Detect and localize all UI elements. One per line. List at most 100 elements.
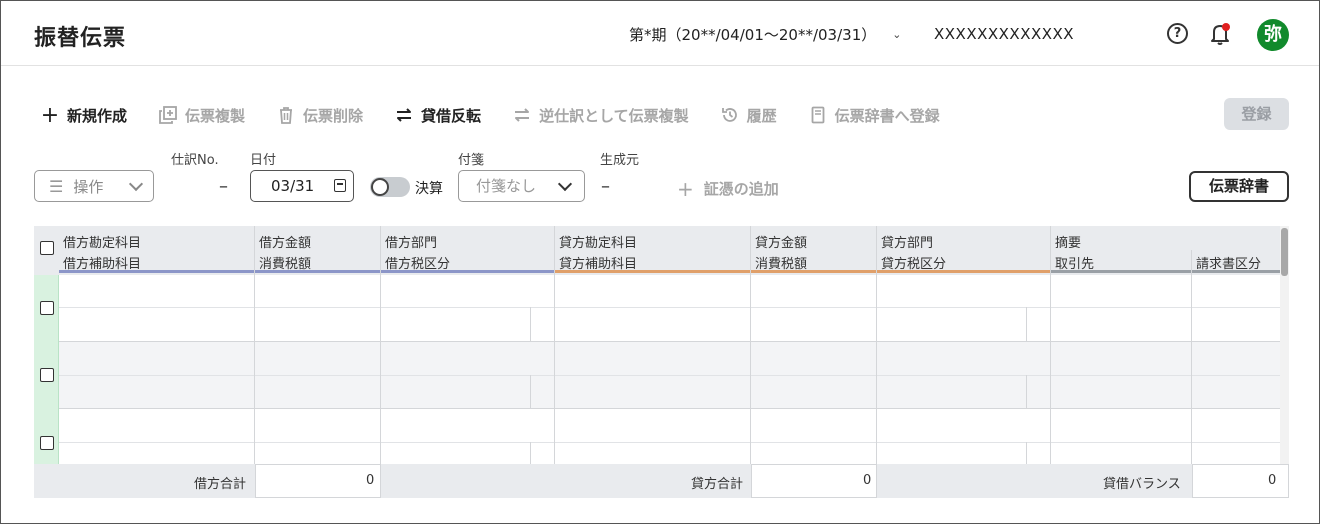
menu-icon: ☰ <box>49 176 64 196</box>
page-title: 振替伝票 <box>34 26 127 51</box>
column-divider <box>530 307 531 341</box>
tag-dropdown[interactable]: 付箋なし <box>458 170 585 202</box>
summary-header-underline <box>1051 270 1280 273</box>
header-credit-amount: 貸方金額 <box>755 236 808 251</box>
credit-total-cell <box>751 464 877 498</box>
trash-icon <box>277 106 295 124</box>
tag-label: 付箋 <box>458 153 485 168</box>
row-divider <box>59 442 1280 443</box>
debit-total-value: 0 <box>366 473 375 488</box>
source-label: 生成元 <box>600 153 640 168</box>
header-credit-department: 貸方部門 <box>881 236 934 251</box>
operations-dropdown[interactable]: ☰ 操作 <box>34 170 154 202</box>
debit-total-cell <box>255 464 381 498</box>
closing-toggle[interactable] <box>370 177 410 197</box>
period-selector[interactable]: 第*期（20**/04/01〜20**/03/31） ⌄ <box>629 24 901 45</box>
toolbar: + 新規作成 伝票複製 伝票削除 貸借反転 逆仕訳として伝票複製 履歴 伝票辞書… <box>40 102 972 128</box>
reverse-entry-label: 貸借反転 <box>421 106 482 125</box>
swap-arrows-icon <box>395 106 413 124</box>
register-dictionary-button[interactable]: 伝票辞書へ登録 <box>809 105 940 126</box>
column-divider <box>1191 250 1192 464</box>
column-divider <box>876 226 877 464</box>
row-checkbox[interactable] <box>40 301 54 315</box>
closing-label: 決算 <box>415 181 443 197</box>
table-row[interactable] <box>59 275 1280 341</box>
header-debit-amount: 借方金額 <box>259 236 312 251</box>
row-checkbox[interactable] <box>40 436 54 450</box>
column-divider <box>1026 442 1027 464</box>
register-dictionary-label: 伝票辞書へ登録 <box>834 106 940 125</box>
credit-total-label: 貸方合計 <box>691 477 744 492</box>
reverse-copy-button[interactable]: 逆仕訳として伝票複製 <box>513 105 689 126</box>
help-icon[interactable]: ? <box>1167 23 1188 44</box>
date-value: 03/31 <box>271 177 315 195</box>
row-divider <box>59 341 1280 342</box>
table-header <box>34 226 1289 275</box>
delete-entry-label: 伝票削除 <box>303 106 364 125</box>
reverse-entry-button[interactable]: 貸借反転 <box>395 105 481 126</box>
balance-label: 貸借バランス <box>1103 477 1181 492</box>
avatar[interactable]: 弥 <box>1257 19 1289 51</box>
book-icon <box>809 106 827 124</box>
header-debit-department: 借方部門 <box>385 236 438 251</box>
calendar-icon[interactable] <box>334 179 346 192</box>
delete-entry-button[interactable]: 伝票削除 <box>277 105 363 126</box>
column-divider <box>530 442 531 464</box>
balance-value: 0 <box>1268 473 1277 488</box>
column-divider <box>750 226 751 464</box>
date-input[interactable]: 03/31 <box>250 170 354 202</box>
column-divider <box>254 226 255 464</box>
debit-total-label: 借方合計 <box>194 477 247 492</box>
company-name: XXXXXXXXXXXXX <box>934 25 1075 43</box>
plus-icon: + <box>677 176 694 201</box>
copy-icon <box>159 106 177 124</box>
copy-entry-label: 伝票複製 <box>185 106 246 125</box>
app-window: 振替伝票 第*期（20**/04/01〜20**/03/31） ⌄ XXXXXX… <box>0 0 1320 524</box>
period-label: 第*期（20**/04/01〜20**/03/31） <box>629 26 877 44</box>
credit-header-underline <box>555 270 1051 273</box>
date-label: 日付 <box>250 153 277 168</box>
column-divider <box>1050 226 1051 464</box>
table-scrollbar-thumb[interactable] <box>1281 228 1288 276</box>
row-divider <box>59 307 1280 308</box>
tag-value: 付箋なし <box>476 177 537 195</box>
chevron-down-icon <box>128 176 144 192</box>
history-button[interactable]: 履歴 <box>721 105 777 126</box>
source-value: – <box>601 176 610 197</box>
toggle-knob <box>371 178 389 196</box>
table-row[interactable] <box>59 408 1280 464</box>
column-divider <box>1026 375 1027 408</box>
row-divider <box>59 408 1280 409</box>
app-header: 振替伝票 第*期（20**/04/01〜20**/03/31） ⌄ XXXXXX… <box>1 1 1319 66</box>
header-summary: 摘要 <box>1055 236 1082 251</box>
credit-total-value: 0 <box>863 473 872 488</box>
journal-table: 借方勘定科目 借方金額 借方部門 貸方勘定科目 貸方金額 貸方部門 摘要 借方補… <box>34 226 1289 498</box>
plus-icon: + <box>40 102 60 128</box>
add-evidence-label: 証憑の追加 <box>703 180 779 198</box>
operations-label: 操作 <box>73 177 104 196</box>
debit-header-underline <box>59 270 555 273</box>
row-checkbox[interactable] <box>40 368 54 382</box>
chevron-down-icon: ⌄ <box>892 28 902 41</box>
chevron-down-icon <box>557 176 573 192</box>
swap-arrows-icon <box>513 106 531 124</box>
row-divider <box>59 375 1280 376</box>
add-evidence-button[interactable]: + 証憑の追加 <box>677 178 779 199</box>
entry-no-value: – <box>219 176 228 197</box>
column-divider <box>554 226 555 464</box>
dictionary-button[interactable]: 伝票辞書 <box>1189 171 1289 202</box>
column-divider <box>380 226 381 464</box>
header-debit-account: 借方勘定科目 <box>63 236 142 251</box>
copy-entry-button[interactable]: 伝票複製 <box>159 105 245 126</box>
new-entry-label: 新規作成 <box>67 106 128 125</box>
history-icon <box>721 106 739 124</box>
column-divider <box>1026 307 1027 341</box>
new-entry-button[interactable]: + 新規作成 <box>40 102 128 128</box>
register-button[interactable]: 登録 <box>1224 98 1289 130</box>
reverse-copy-label: 逆仕訳として伝票複製 <box>539 106 689 125</box>
notification-bell-icon[interactable] <box>1209 21 1233 47</box>
column-divider <box>530 375 531 408</box>
header-credit-account: 貸方勘定科目 <box>559 236 638 251</box>
select-all-checkbox[interactable] <box>40 241 54 255</box>
history-label: 履歴 <box>746 106 777 125</box>
